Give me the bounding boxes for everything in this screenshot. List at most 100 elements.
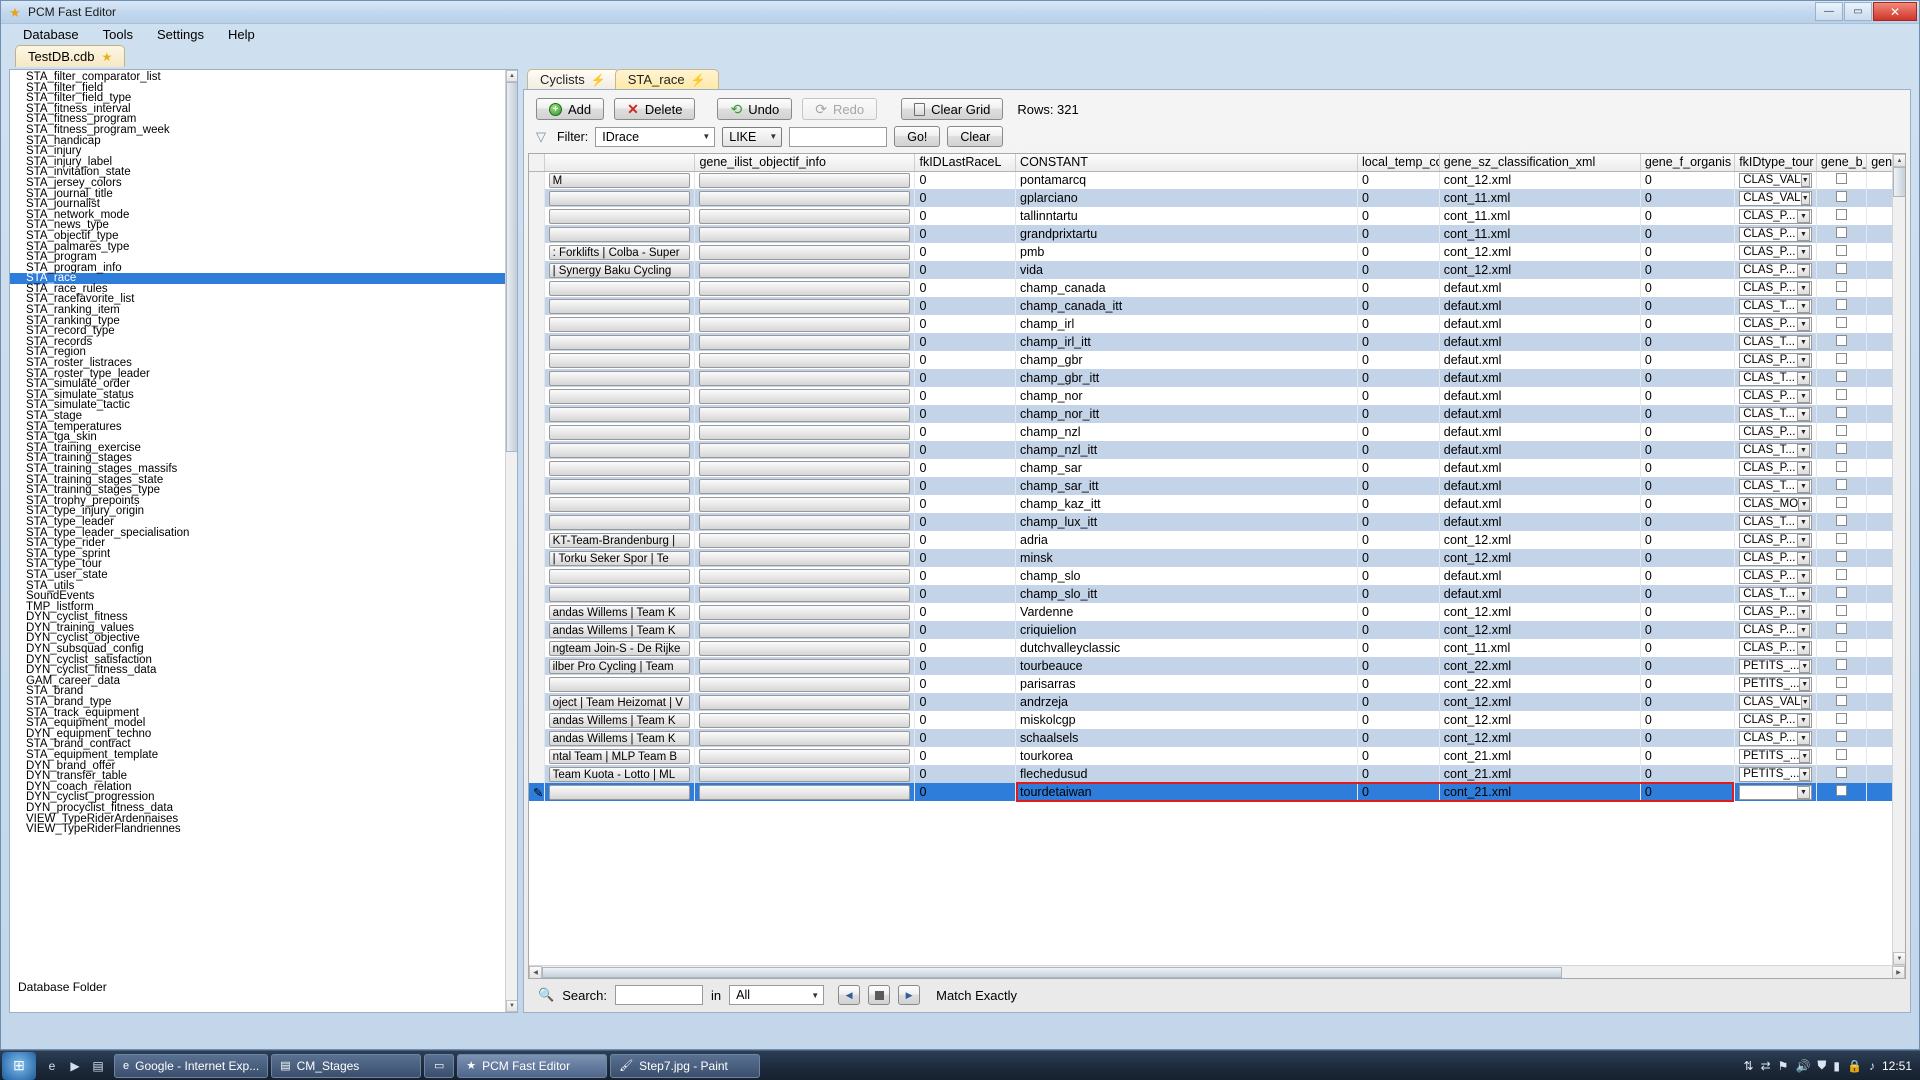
cell-field[interactable] bbox=[548, 190, 691, 206]
grid-column-header-fkIDLastRaceL[interactable]: fkIDLastRaceL bbox=[914, 154, 1017, 172]
cell-field[interactable] bbox=[699, 532, 911, 548]
cell-ilist-a[interactable]: ntal Team | MLP Team B bbox=[544, 747, 696, 765]
cell-dropdown[interactable]: CLAS_P... ▼ bbox=[1739, 424, 1812, 440]
cell-constant[interactable]: champ_sar bbox=[1015, 459, 1359, 477]
taskbar-item[interactable]: ▭ bbox=[424, 1053, 455, 1078]
cell-fkidlastracel[interactable]: 0 bbox=[914, 369, 1017, 387]
table-row[interactable]: ngteam Join-S - De Rijke 0 dutchvalleyclas… bbox=[529, 639, 1905, 657]
cell-gene-sz-classification-xml[interactable]: cont_22.xml bbox=[1439, 657, 1641, 675]
cell-ilist-a[interactable]: andas Willems | Team K bbox=[544, 729, 696, 747]
cell-gene-b-forcei[interactable] bbox=[1816, 333, 1868, 351]
cell-local-temp-cou[interactable]: 0 bbox=[1357, 711, 1440, 729]
chevron-down-icon[interactable]: ▼ bbox=[1799, 677, 1810, 691]
grid-column-header-gene_sz_classification_xml[interactable]: gene_sz_classification_xml bbox=[1439, 154, 1641, 172]
cell-gene-ilist-objectif-info[interactable] bbox=[694, 459, 916, 477]
checkbox[interactable] bbox=[1836, 533, 1848, 544]
sidebar-item-sta-user-state[interactable]: STA_user_state bbox=[24, 569, 517, 581]
cell-dropdown[interactable]: CLAS_P... ▼ bbox=[1739, 568, 1812, 584]
grid-horizontal-scrollbar[interactable]: ◀ ▶ bbox=[529, 965, 1905, 978]
cell-local-temp-cou[interactable]: 0 bbox=[1357, 693, 1440, 711]
chevron-down-icon[interactable]: ▼ bbox=[1796, 713, 1810, 727]
scroll-thumb[interactable] bbox=[542, 966, 1562, 978]
cell-fkidtype-tour[interactable]: CLAS_VAL ▼ bbox=[1734, 693, 1817, 711]
arrows-icon[interactable]: ⇄ bbox=[1761, 1059, 1771, 1073]
cell-gene-sz-classification-xml[interactable]: cont_12.xml bbox=[1439, 729, 1641, 747]
checkbox[interactable] bbox=[1836, 641, 1848, 652]
cell-dropdown[interactable]: CLAS_P... ▼ bbox=[1739, 460, 1812, 476]
cell-field[interactable]: andas Willems | Team K bbox=[548, 712, 691, 728]
chevron-down-icon[interactable]: ▼ bbox=[1796, 551, 1810, 565]
chevron-down-icon[interactable]: ▼ bbox=[1796, 263, 1810, 277]
cell-fkidlastracel[interactable]: 0 bbox=[914, 585, 1017, 603]
cell-ilist-a[interactable]: andas Willems | Team K bbox=[544, 621, 696, 639]
cell-local-temp-cou[interactable]: 0 bbox=[1357, 513, 1440, 531]
row-header-cell[interactable] bbox=[529, 765, 545, 783]
table-row[interactable]: 0 champ_irl_itt 0 defaut.xml 0 CLAS_T... ▼ bbox=[529, 333, 1905, 351]
cell-gene-ilist-objectif-info[interactable] bbox=[694, 261, 916, 279]
cell-fkidlastracel[interactable]: 0 bbox=[914, 567, 1017, 585]
cell-gene-ilist-objectif-info[interactable] bbox=[694, 747, 916, 765]
cell-fkidlastracel[interactable]: 0 bbox=[914, 171, 1017, 189]
cell-field[interactable] bbox=[699, 298, 911, 314]
cell-gene-f-organis[interactable]: 0 bbox=[1640, 567, 1736, 585]
search-input[interactable] bbox=[615, 985, 703, 1005]
cell-gene-f-organis[interactable]: 0 bbox=[1640, 405, 1736, 423]
cell-dropdown[interactable]: CLAS_T... ▼ bbox=[1739, 478, 1812, 494]
cell-gene-f-organis[interactable]: 0 bbox=[1640, 207, 1736, 225]
cell-field[interactable] bbox=[548, 208, 691, 224]
minimize-button[interactable]: — bbox=[1815, 2, 1843, 21]
cell-field[interactable] bbox=[548, 568, 691, 584]
cell-fkidlastracel[interactable]: 0 bbox=[914, 189, 1017, 207]
cell-fkidlastracel[interactable]: 0 bbox=[914, 729, 1017, 747]
scroll-thumb[interactable] bbox=[506, 82, 517, 452]
cell-gene-b-forcei[interactable] bbox=[1816, 387, 1868, 405]
table-row[interactable]: 0 champ_slo 0 defaut.xml 0 CLAS_P... ▼ bbox=[529, 567, 1905, 585]
cell-field[interactable]: KT-Team-Brandenburg | bbox=[548, 532, 691, 548]
cell-fkidtype-tour[interactable]: CLAS_T... ▼ bbox=[1734, 405, 1817, 423]
cell-gene-b-forcei[interactable] bbox=[1816, 351, 1868, 369]
cell-gene-ilist-objectif-info[interactable] bbox=[694, 441, 916, 459]
cell-field[interactable] bbox=[699, 316, 911, 332]
cell-constant[interactable]: adria bbox=[1015, 531, 1359, 549]
cell-field[interactable] bbox=[548, 586, 691, 602]
cell-field[interactable] bbox=[699, 568, 911, 584]
cell-ilist-a[interactable]: Team Kuota - Lotto | ML bbox=[544, 765, 696, 783]
cell-fkidtype-tour[interactable]: CLAS_P... ▼ bbox=[1734, 729, 1817, 747]
cell-local-temp-cou[interactable]: 0 bbox=[1357, 261, 1440, 279]
table-row[interactable]: 0 champ_nzl_itt 0 defaut.xml 0 CLAS_T... ▼ bbox=[529, 441, 1905, 459]
cell-dropdown[interactable]: CLAS_P... ▼ bbox=[1739, 388, 1812, 404]
cell-gene-b-forcei[interactable] bbox=[1816, 423, 1868, 441]
cell-gene-f-organis[interactable]: 0 bbox=[1640, 693, 1736, 711]
cell-gene-b-forcei[interactable] bbox=[1816, 459, 1868, 477]
checkbox[interactable] bbox=[1836, 317, 1848, 328]
cell-dropdown[interactable]: CLAS_P... ▼ bbox=[1739, 550, 1812, 566]
table-row[interactable]: 0 champ_sar_itt 0 defaut.xml 0 CLAS_T... ▼ bbox=[529, 477, 1905, 495]
scroll-left-icon[interactable]: ◀ bbox=[529, 965, 542, 978]
taskbar-clock[interactable]: 12:51 bbox=[1882, 1059, 1912, 1073]
cell-ilist-a[interactable] bbox=[544, 585, 696, 603]
cell-field[interactable] bbox=[548, 280, 691, 296]
cell-local-temp-cou[interactable]: 0 bbox=[1357, 333, 1440, 351]
chevron-down-icon[interactable]: ▼ bbox=[1799, 749, 1810, 763]
cell-gene-b-forcei[interactable] bbox=[1816, 405, 1868, 423]
cell-gene-f-organis[interactable]: 0 bbox=[1640, 441, 1736, 459]
cell-gene-f-organis[interactable]: 0 bbox=[1640, 549, 1736, 567]
cell-local-temp-cou[interactable]: 0 bbox=[1357, 171, 1440, 189]
sidebar-item-sta-filter-comparator-list[interactable]: STA_filter_comparator_list bbox=[24, 71, 517, 83]
cell-gene-sz-classification-xml[interactable]: cont_12.xml bbox=[1439, 549, 1641, 567]
cell-local-temp-cou[interactable]: 0 bbox=[1357, 225, 1440, 243]
checkbox[interactable] bbox=[1836, 425, 1848, 436]
cell-constant[interactable]: andrzeja bbox=[1015, 693, 1359, 711]
taskbar-item-step7-jpg-paint[interactable]: 🖌 Step7.jpg - Paint bbox=[610, 1053, 761, 1078]
cell-dropdown[interactable]: CLAS_P... ▼ bbox=[1739, 712, 1812, 728]
checkbox[interactable] bbox=[1836, 407, 1848, 418]
checkbox[interactable] bbox=[1836, 281, 1848, 292]
cell-fkidtype-tour[interactable]: CLAS_P... ▼ bbox=[1734, 387, 1817, 405]
table-row[interactable]: 0 tallinntartu 0 cont_11.xml 0 CLAS_P... ▼ bbox=[529, 207, 1905, 225]
cell-dropdown[interactable]: PETITS_... ▼ bbox=[1739, 658, 1812, 674]
cell-ilist-a[interactable] bbox=[544, 441, 696, 459]
cell-dropdown[interactable]: CLAS_VAL ▼ bbox=[1739, 190, 1812, 206]
cell-gene-sz-classification-xml[interactable]: defaut.xml bbox=[1439, 477, 1641, 495]
cell-field[interactable] bbox=[699, 676, 911, 692]
cell-field[interactable]: Team Kuota - Lotto | ML bbox=[548, 766, 691, 782]
